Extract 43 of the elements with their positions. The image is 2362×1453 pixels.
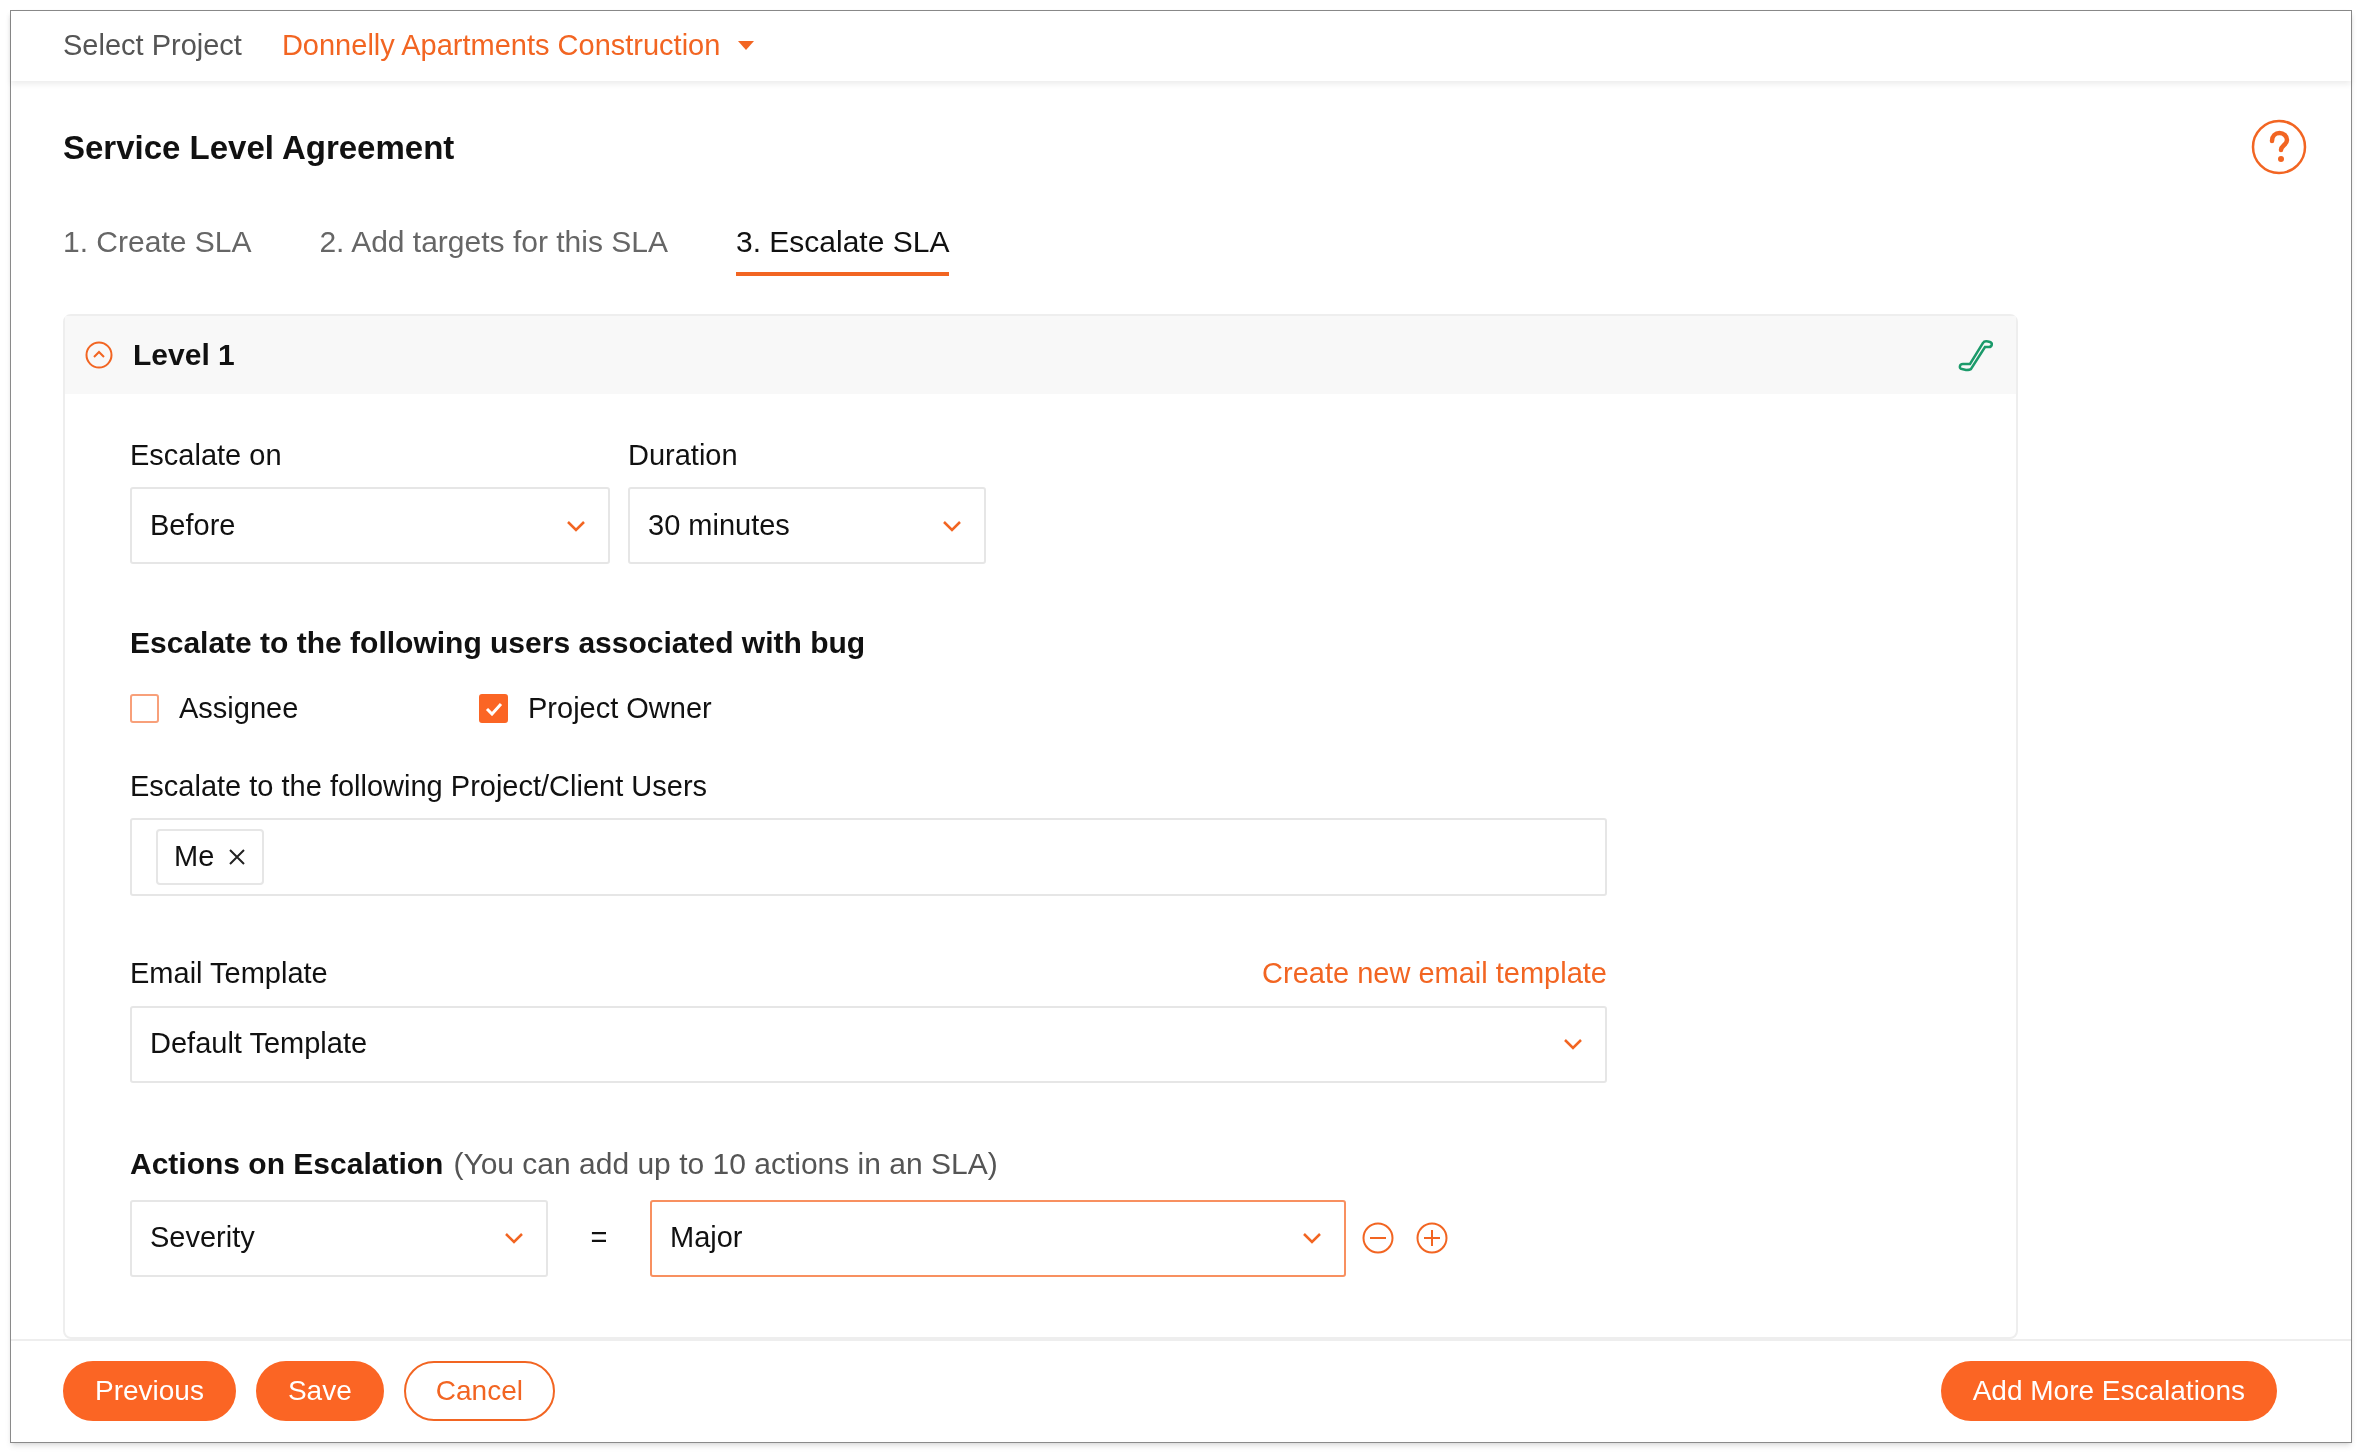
- checkmark-icon: [484, 701, 503, 716]
- user-tag: Me: [156, 829, 265, 886]
- field-label: Email Template: [130, 956, 328, 992]
- section-heading: Actions on Escalation: [130, 1145, 444, 1182]
- page-title: Service Level Agreement: [63, 127, 455, 168]
- footer-button[interactable]: Previous: [63, 1361, 236, 1422]
- project-dropdown[interactable]: Donnelly Apartments Construction: [281, 24, 755, 68]
- close-icon[interactable]: [228, 848, 247, 867]
- chevron-down-icon: [1563, 1038, 1583, 1051]
- step-tab[interactable]: 1. Create SLA: [63, 218, 252, 276]
- caret-icon: [738, 40, 755, 51]
- field-label: Duration: [628, 437, 739, 473]
- users-field[interactable]: Me: [130, 818, 1607, 897]
- remove-icon[interactable]: [1362, 1222, 1394, 1255]
- operator-text: =: [589, 1220, 609, 1256]
- chevron-down-icon: [566, 519, 586, 532]
- chevron-down-icon: [1302, 1232, 1322, 1245]
- create-template-link[interactable]: Create new email template: [1262, 952, 1607, 996]
- field-label: Escalate to the following Project/Client Users: [130, 768, 709, 804]
- step-tab[interactable]: 2. Add targets for this SLA: [319, 218, 668, 276]
- checkbox[interactable]: [479, 694, 508, 724]
- value-select[interactable]: Major: [650, 1199, 1346, 1277]
- footer-button[interactable]: Cancel: [403, 1361, 555, 1422]
- select-project-label: Select Project: [63, 28, 242, 64]
- add-more-escalations-button[interactable]: Add More Escalations: [1940, 1361, 2277, 1422]
- section-note: (You can add up to 10 actions in an SLA): [453, 1145, 998, 1182]
- footer-button[interactable]: Save: [255, 1361, 384, 1422]
- checkbox-label: Project Owner: [528, 691, 712, 727]
- chevron-down-icon: [504, 1232, 524, 1245]
- email-template-select[interactable]: Default Template: [130, 1005, 1607, 1083]
- field-label: Escalate on: [130, 437, 283, 473]
- checkbox-label: Assignee: [179, 691, 299, 727]
- escalate-on-select[interactable]: Before: [130, 487, 610, 565]
- field-select[interactable]: Severity: [130, 1199, 548, 1277]
- section-heading: Escalate to the following users associated with bug: [130, 625, 867, 662]
- chevron-down-icon: [942, 519, 962, 532]
- help-icon[interactable]: [2251, 118, 2307, 175]
- level-title: Level 1: [133, 337, 235, 374]
- checkbox[interactable]: [130, 694, 159, 724]
- step-tab[interactable]: 3. Escalate SLA: [735, 218, 950, 276]
- duration-select[interactable]: 30 minutes: [628, 487, 986, 565]
- collapse-icon[interactable]: [85, 340, 113, 369]
- add-icon[interactable]: [1416, 1222, 1448, 1255]
